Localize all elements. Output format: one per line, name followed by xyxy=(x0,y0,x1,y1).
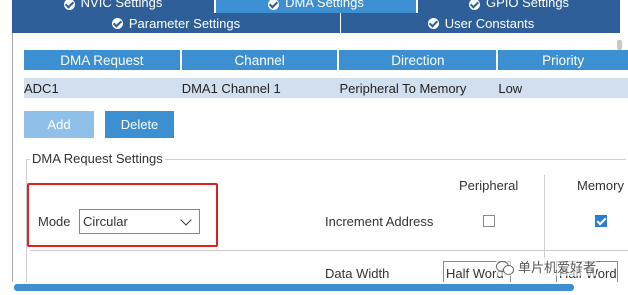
check-circle-icon xyxy=(111,17,123,29)
column-header-channel[interactable]: Channel xyxy=(181,50,340,70)
tab-label: DMA Settings xyxy=(285,0,364,10)
group-legend: DMA Request Settings xyxy=(30,151,165,166)
add-button[interactable]: Add xyxy=(24,111,94,138)
table-header-row: DMA Request Channel Direction Priority xyxy=(24,50,628,70)
tab-label: NVIC Settings xyxy=(80,0,163,10)
check-circle-icon xyxy=(63,0,75,10)
check-circle-icon xyxy=(268,0,280,10)
column-header-direction[interactable]: Direction xyxy=(339,50,499,70)
column-header-priority[interactable]: Priority xyxy=(498,50,628,70)
column-header-dma-request[interactable]: DMA Request xyxy=(24,50,182,70)
tab-label: Parameter Settings xyxy=(128,15,241,31)
vertical-scrollbar[interactable] xyxy=(617,40,622,50)
wechat-icon xyxy=(496,259,514,275)
data-width-label: Data Width xyxy=(325,266,390,281)
increment-memory-checkbox[interactable] xyxy=(595,215,607,227)
delete-button[interactable]: Delete xyxy=(105,111,174,138)
tab-label: User Constants xyxy=(444,15,535,31)
horizontal-scrollbar-thumb[interactable] xyxy=(14,284,574,291)
cell-channel: DMA1 Channel 1 xyxy=(181,78,340,98)
row-divider xyxy=(30,250,628,251)
dma-request-table: DMA Request Channel Direction Priority A… xyxy=(24,50,628,98)
watermark: 单片机爱好者 xyxy=(496,257,597,276)
tab-nvic-settings[interactable]: NVIC Settings xyxy=(12,0,214,13)
watermark-text: 单片机爱好者 xyxy=(518,260,597,275)
cell-direction: Peripheral To Memory xyxy=(339,78,499,98)
data-width-peripheral-value: Half Word xyxy=(446,265,504,281)
annotation-highlight-box xyxy=(27,183,218,247)
tab-label: GPIO Settings xyxy=(485,0,570,10)
increment-peripheral-checkbox[interactable] xyxy=(483,215,495,227)
check-circle-icon xyxy=(427,17,439,29)
table-row[interactable]: ADC1 DMA1 Channel 1 Peripheral To Memory… xyxy=(24,78,628,98)
tab-gpio-settings[interactable]: GPIO Settings xyxy=(418,0,620,13)
tab-bar-top: NVIC Settings DMA Settings GPIO Settings xyxy=(0,0,628,13)
tab-dma-settings[interactable]: DMA Settings xyxy=(216,0,416,13)
increment-address-label: Increment Address xyxy=(325,214,434,229)
cell-priority: Low xyxy=(498,78,628,98)
tab-bar-bottom: Parameter Settings User Constants xyxy=(12,13,620,33)
cell-dma-request: ADC1 xyxy=(24,78,182,98)
column-divider xyxy=(544,175,545,265)
check-circle-icon xyxy=(468,0,480,10)
column-label-peripheral: Peripheral xyxy=(459,178,519,193)
tab-user-constants[interactable]: User Constants xyxy=(342,13,620,33)
tab-parameter-settings[interactable]: Parameter Settings xyxy=(12,13,341,33)
column-label-memory: Memory xyxy=(577,178,624,193)
